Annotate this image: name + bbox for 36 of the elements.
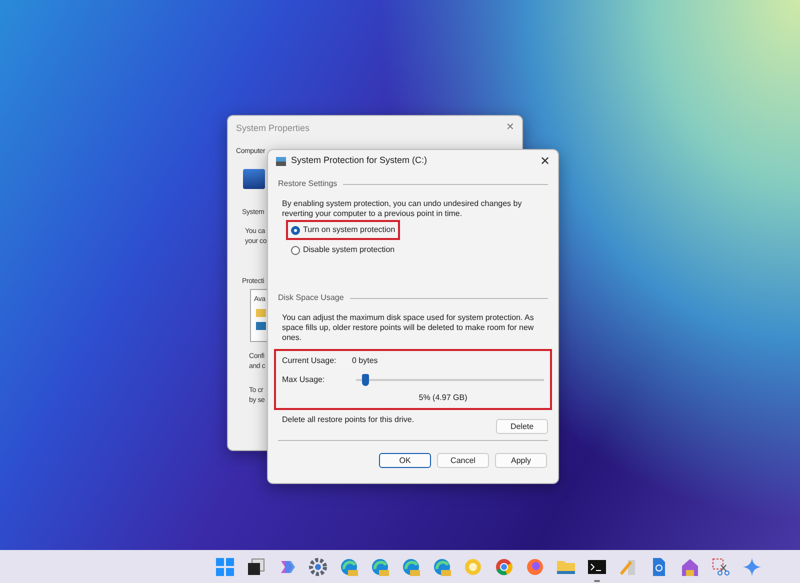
radio-option[interactable]: Turn on system protection <box>286 220 400 240</box>
window-title: System Protection for System (C:) <box>291 154 428 168</box>
windows-logo-icon[interactable] <box>215 556 235 576</box>
browser-icon[interactable] <box>370 556 390 576</box>
task-view-icon[interactable] <box>246 556 266 576</box>
dialog-button[interactable]: Apply <box>495 453 547 468</box>
sparkle-icon[interactable] <box>742 556 762 576</box>
browser-icon[interactable] <box>401 556 421 576</box>
description-text: You can adjust the maximum disk space used for system protection. As space fills up, older restore points will be deleted to make room for new ones. <box>281 313 535 343</box>
close-icon[interactable]: ✕ <box>540 155 550 167</box>
dialog-button[interactable]: OK <box>379 453 431 468</box>
close-icon[interactable]: ✕ <box>506 120 514 135</box>
slider-reading: 5% (4.97 GB) <box>418 392 468 404</box>
folder-icon <box>256 309 266 317</box>
drive-icon <box>256 322 266 330</box>
browser-icon[interactable] <box>339 556 359 576</box>
description-text: By enabling system protection, you can undo undesired changes by reverting your computer to a previous point in time. <box>281 199 523 219</box>
slider-thumb[interactable] <box>362 374 370 386</box>
group-heading: Disk Space Usage <box>278 292 344 304</box>
radio-option[interactable]: Disable system protection <box>286 240 400 260</box>
browser-icon[interactable] <box>525 556 545 576</box>
group-heading: Restore Settings <box>278 178 338 190</box>
gear-icon[interactable] <box>308 556 328 576</box>
drive-icon <box>276 156 286 166</box>
field-label: Current Usage: <box>282 355 338 367</box>
description-text: Delete all restore points for this drive. <box>282 414 414 426</box>
scissors-icon[interactable] <box>711 556 731 576</box>
window-title: System Properties <box>236 123 310 133</box>
delete-button[interactable]: Delete <box>496 419 548 434</box>
computer-icon <box>243 169 265 189</box>
house-icon[interactable] <box>680 556 700 576</box>
dialog-button[interactable]: Cancel <box>437 453 489 468</box>
browser-icon[interactable] <box>494 556 514 576</box>
field-value: 0 bytes <box>352 355 378 367</box>
browser-icon[interactable] <box>432 556 452 576</box>
field-label: Max Usage: <box>282 374 326 386</box>
